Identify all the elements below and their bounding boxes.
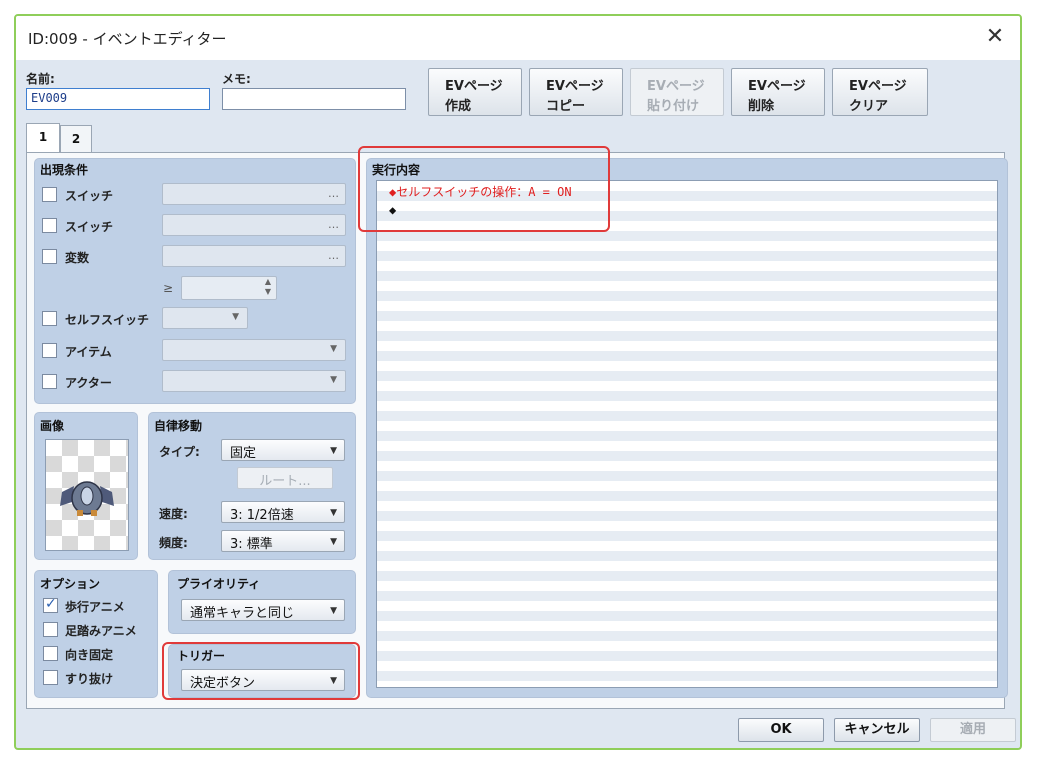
close-icon[interactable]: ✕	[980, 23, 1010, 51]
chevron-down-icon: ▼	[330, 508, 337, 518]
priority-panel: プライオリティ 通常キャラと同じ ▼	[168, 570, 356, 634]
conditions-panel: 出現条件 スイッチ … スイッチ … 変数 … ≥ ▲ ▼ セルフスイッチ ▼ …	[34, 158, 356, 404]
switch1-checkbox[interactable]	[42, 187, 57, 202]
frequency-label: 頻度:	[159, 536, 188, 550]
ellipsis-icon: …	[328, 249, 339, 262]
route-button[interactable]: ルート...	[237, 467, 333, 489]
tab-page-2[interactable]: 2	[60, 125, 92, 153]
variable-checkbox[interactable]	[42, 249, 57, 264]
chevron-down-icon: ▼	[330, 537, 337, 547]
ellipsis-icon: …	[328, 187, 339, 200]
options-title: オプション	[40, 577, 101, 591]
event-editor-window: ID:009 - イベントエディター ✕ 名前: EV009 メモ: EVページ…	[14, 14, 1022, 750]
item-checkbox[interactable]	[42, 343, 57, 358]
apply-button[interactable]: 適用	[930, 718, 1016, 742]
variable-label: 変数	[65, 251, 90, 265]
self-switch-select[interactable]: ▼	[162, 307, 248, 329]
checkmark-icon: ✓	[45, 596, 57, 612]
spin-up-icon[interactable]: ▲	[265, 277, 271, 286]
options-panel: オプション ✓ 歩行アニメ 足踏みアニメ 向き固定 すり抜け	[34, 570, 158, 698]
memo-label: メモ:	[222, 72, 251, 86]
paste-page-button[interactable]: EVページ 貼り付け	[630, 68, 724, 116]
ok-button[interactable]: OK	[738, 718, 824, 742]
variable-field[interactable]: …	[162, 245, 346, 267]
name-input[interactable]: EV009	[26, 88, 210, 110]
switch1-label: スイッチ	[65, 189, 114, 203]
speed-select[interactable]: 3: 1/2倍速 ▼	[221, 501, 345, 523]
chevron-down-icon: ▼	[330, 344, 337, 354]
step-anime-label: 足踏みアニメ	[65, 624, 137, 638]
trigger-highlight	[162, 642, 360, 700]
through-checkbox[interactable]	[43, 670, 58, 685]
conditions-title: 出現条件	[40, 163, 89, 177]
chevron-down-icon: ▼	[232, 312, 239, 322]
actor-label: アクター	[65, 376, 112, 390]
direction-fix-label: 向き固定	[65, 648, 114, 662]
priority-select[interactable]: 通常キャラと同じ ▼	[181, 599, 345, 621]
through-label: すり抜け	[65, 672, 114, 686]
delete-page-button[interactable]: EVページ 削除	[731, 68, 825, 116]
spin-down-icon[interactable]: ▼	[265, 287, 271, 296]
actor-select[interactable]: ▼	[162, 370, 346, 392]
tab-page-1[interactable]: 1	[26, 123, 60, 153]
movement-panel: 自律移動 タイプ: 固定 ▼ ルート... 速度: 3: 1/2倍速 ▼ 頻度: 3…	[148, 412, 356, 560]
event-graphic-preview[interactable]	[45, 439, 129, 551]
item-label: アイテム	[65, 345, 112, 359]
movement-type-label: タイプ:	[159, 445, 200, 459]
chevron-down-icon: ▼	[330, 446, 337, 456]
actor-checkbox[interactable]	[42, 374, 57, 389]
switch2-field[interactable]: …	[162, 214, 346, 236]
ellipsis-icon: …	[328, 218, 339, 231]
event-commands-list[interactable]: ◆セルフスイッチの操作：A = ON ◆	[376, 180, 998, 688]
copy-page-button[interactable]: EVページ コピー	[529, 68, 623, 116]
switch2-label: スイッチ	[65, 220, 114, 234]
variable-value-spinner[interactable]: ▲ ▼	[181, 276, 277, 300]
step-anime-checkbox[interactable]	[43, 622, 58, 637]
chevron-down-icon: ▼	[330, 606, 337, 616]
switch2-checkbox[interactable]	[42, 218, 57, 233]
title-bar: ID:009 - イベントエディター ✕	[16, 16, 1020, 60]
chevron-down-icon: ▼	[330, 375, 337, 385]
movement-title: 自律移動	[154, 419, 203, 433]
image-title: 画像	[40, 419, 65, 433]
priority-title: プライオリティ	[177, 577, 261, 591]
memo-input[interactable]	[222, 88, 406, 110]
walk-anime-checkbox[interactable]: ✓	[43, 596, 58, 613]
self-switch-checkbox[interactable]	[42, 311, 57, 326]
clear-page-button[interactable]: EVページ クリア	[832, 68, 928, 116]
frequency-select[interactable]: 3: 標準 ▼	[221, 530, 345, 552]
window-title: ID:009 - イベントエディター	[28, 30, 227, 48]
walk-anime-label: 歩行アニメ	[65, 600, 125, 614]
new-page-button[interactable]: EVページ 作成	[428, 68, 522, 116]
cancel-button[interactable]: キャンセル	[834, 718, 920, 742]
movement-type-select[interactable]: 固定 ▼	[221, 439, 345, 461]
speed-label: 速度:	[159, 507, 188, 521]
gte-symbol: ≥	[163, 281, 174, 295]
contents-highlight	[358, 146, 610, 232]
name-label: 名前:	[26, 72, 55, 86]
direction-fix-checkbox[interactable]	[43, 646, 58, 661]
item-select[interactable]: ▼	[162, 339, 346, 361]
switch1-field[interactable]: …	[162, 183, 346, 205]
character-sprite-icon	[60, 481, 114, 516]
self-switch-label: セルフスイッチ	[65, 313, 150, 327]
image-panel: 画像	[34, 412, 138, 560]
